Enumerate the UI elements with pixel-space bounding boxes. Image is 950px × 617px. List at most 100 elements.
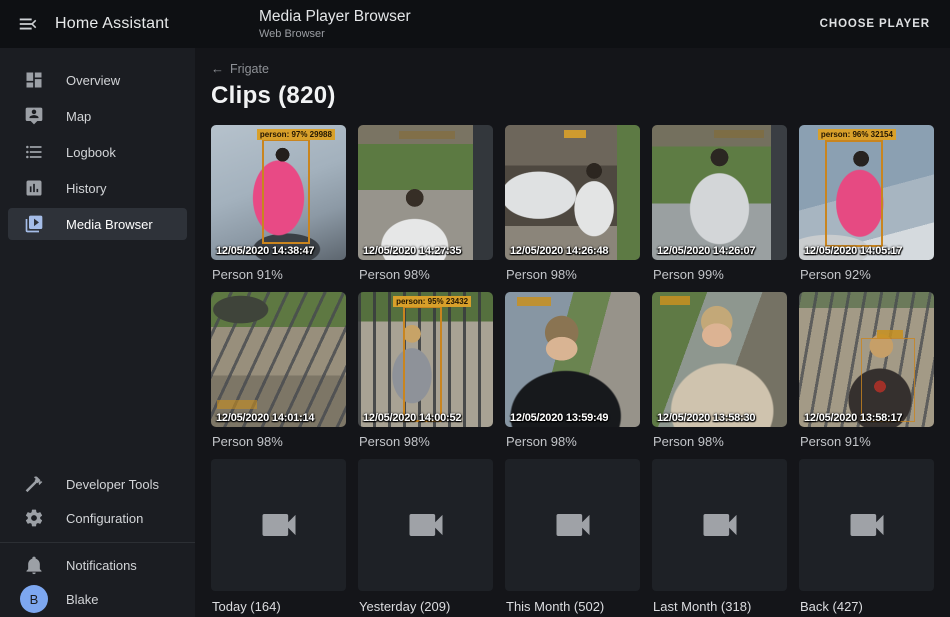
folder-label: This Month (502) [506, 599, 640, 614]
clip-timestamp: 12/05/2020 14:01:14 [216, 412, 314, 424]
folder-tile[interactable] [211, 459, 346, 591]
clip-timestamp: 12/05/2020 14:26:07 [657, 245, 755, 257]
app-bar: Home Assistant Media Player Browser Web … [0, 0, 950, 48]
sidebar-item-configuration[interactable]: Configuration [8, 502, 187, 534]
header-bar: Media Player Browser Web Browser CHOOSE … [195, 0, 950, 48]
gear-icon [24, 508, 44, 528]
clip-thumbnail[interactable]: 12/05/2020 14:26:48 [505, 125, 640, 260]
detection-mark [217, 400, 257, 409]
folder-label: Back (427) [800, 599, 934, 614]
back-arrow-icon: ← [211, 61, 224, 76]
sidebar-header: Home Assistant [0, 0, 195, 48]
header-titles: Media Player Browser Web Browser [259, 8, 411, 40]
media-browser-content: ← Frigate Clips (820) person: 97% 29988 … [195, 48, 950, 617]
sidebar-item-history[interactable]: History [8, 172, 187, 204]
video-camera-icon [698, 503, 742, 547]
sidebar-item-media-browser[interactable]: Media Browser [8, 208, 187, 240]
clip-timestamp: 12/05/2020 14:38:47 [216, 245, 314, 257]
sidebar-item-logbook[interactable]: Logbook [8, 136, 187, 168]
detection-label: person: 97% 29988 [257, 129, 335, 140]
detection-box [861, 338, 915, 422]
folder-tile[interactable] [652, 459, 787, 591]
detection-box [262, 139, 309, 244]
folder-tile[interactable] [505, 459, 640, 591]
breadcrumb-back[interactable]: ← Frigate [211, 61, 269, 76]
clip-thumbnail[interactable]: 12/05/2020 14:01:14 [211, 292, 346, 427]
bell-icon [24, 555, 44, 575]
folder-card-back[interactable]: Back (427) [799, 459, 934, 614]
clip-timestamp: 12/05/2020 14:05:17 [804, 245, 902, 257]
clip-thumbnail[interactable]: person: 96% 32154 12/05/2020 14:05:17 [799, 125, 934, 260]
clip-card[interactable]: person: 97% 29988 12/05/2020 14:38:47 Pe… [211, 125, 346, 292]
clip-label: Person 91% [800, 434, 934, 449]
clip-timestamp: 12/05/2020 13:59:49 [510, 412, 608, 424]
play-box-multiple-icon [24, 214, 44, 234]
page-header-title: Media Player Browser [259, 8, 411, 26]
folder-card-last-month[interactable]: Last Month (318) [652, 459, 787, 614]
folder-card-today[interactable]: Today (164) [211, 459, 346, 614]
clip-timestamp: 12/05/2020 13:58:30 [657, 412, 755, 424]
folder-tile[interactable] [358, 459, 493, 591]
sidebar-item-developer-tools[interactable]: Developer Tools [8, 468, 187, 500]
clip-thumbnail[interactable]: 12/05/2020 13:58:30 [652, 292, 787, 427]
clip-timestamp: 12/05/2020 13:58:17 [804, 412, 902, 424]
clip-card[interactable]: person: 95% 23432 12/05/2020 14:00:52 Pe… [358, 292, 493, 459]
avatar: B [20, 585, 48, 613]
clip-thumbnail[interactable]: 12/05/2020 13:59:49 [505, 292, 640, 427]
detection-mark [714, 130, 764, 138]
clip-label: Person 98% [653, 434, 787, 449]
clip-label: Person 92% [800, 267, 934, 282]
video-camera-icon [404, 503, 448, 547]
clip-card[interactable]: 12/05/2020 14:01:14 Person 98% [211, 292, 346, 459]
clip-card[interactable]: 12/05/2020 13:58:17 Person 91% [799, 292, 934, 459]
folder-label: Last Month (318) [653, 599, 787, 614]
detection-label: person: 96% 32154 [818, 129, 896, 140]
sidebar-item-overview[interactable]: Overview [8, 64, 187, 96]
clip-label: Person 98% [359, 267, 493, 282]
clip-label: Person 98% [359, 434, 493, 449]
menu-toggle-icon[interactable] [17, 13, 39, 35]
folder-label: Yesterday (209) [359, 599, 493, 614]
folder-label: Today (164) [212, 599, 346, 614]
page-title: Clips (820) [211, 82, 934, 110]
detection-mark [564, 130, 586, 138]
clip-thumbnail[interactable]: person: 97% 29988 12/05/2020 14:38:47 [211, 125, 346, 260]
tooltip-account-icon [24, 106, 44, 126]
clip-thumbnail[interactable]: 12/05/2020 14:27:35 [358, 125, 493, 260]
sidebar-item-notifications[interactable]: Notifications [8, 549, 187, 581]
detection-box [825, 140, 883, 247]
video-camera-icon [845, 503, 889, 547]
clip-thumbnail[interactable]: person: 95% 23432 12/05/2020 14:00:52 [358, 292, 493, 427]
folder-card-yesterday[interactable]: Yesterday (209) [358, 459, 493, 614]
detection-mark [660, 296, 690, 305]
clip-label: Person 98% [212, 434, 346, 449]
clip-card[interactable]: 12/05/2020 13:58:30 Person 98% [652, 292, 787, 459]
clips-grid: person: 97% 29988 12/05/2020 14:38:47 Pe… [211, 125, 934, 614]
clip-timestamp: 12/05/2020 14:26:48 [510, 245, 608, 257]
clip-label: Person 98% [506, 267, 640, 282]
choose-player-button[interactable]: CHOOSE PLAYER [814, 10, 936, 38]
clip-thumbnail[interactable]: 12/05/2020 14:26:07 [652, 125, 787, 260]
sidebar: Overview Map Logbook History Media Brows… [0, 48, 195, 617]
video-camera-icon [551, 503, 595, 547]
breadcrumb-label: Frigate [230, 62, 269, 76]
folder-card-this-month[interactable]: This Month (502) [505, 459, 640, 614]
chart-box-icon [24, 178, 44, 198]
detection-mark [517, 297, 551, 306]
detection-mark [399, 131, 455, 139]
clip-label: Person 98% [506, 434, 640, 449]
clip-card[interactable]: 12/05/2020 14:26:07 Person 99% [652, 125, 787, 292]
clip-card[interactable]: person: 96% 32154 12/05/2020 14:05:17 Pe… [799, 125, 934, 292]
list-bulleted-icon [24, 142, 44, 162]
folder-tile[interactable] [799, 459, 934, 591]
clip-card[interactable]: 12/05/2020 14:26:48 Person 98% [505, 125, 640, 292]
video-camera-icon [257, 503, 301, 547]
sidebar-item-map[interactable]: Map [8, 100, 187, 132]
clip-thumbnail[interactable]: 12/05/2020 13:58:17 [799, 292, 934, 427]
clip-card[interactable]: 12/05/2020 13:59:49 Person 98% [505, 292, 640, 459]
sidebar-item-profile[interactable]: B Blake [8, 583, 187, 615]
detection-label: person: 95% 23432 [393, 296, 471, 307]
page-header-subtitle: Web Browser [259, 28, 411, 41]
hammer-icon [24, 474, 44, 494]
clip-card[interactable]: 12/05/2020 14:27:35 Person 98% [358, 125, 493, 292]
